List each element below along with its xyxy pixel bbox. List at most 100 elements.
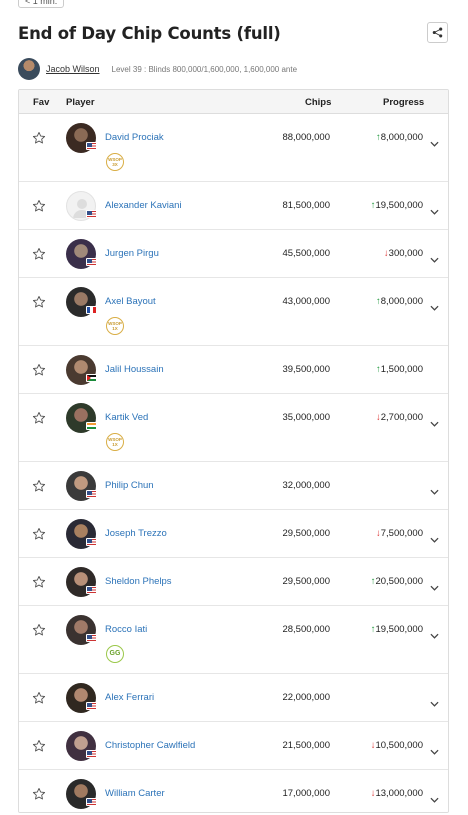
favorite-star-icon[interactable] (32, 623, 46, 637)
player-name-link[interactable]: Alex Ferrari (105, 692, 154, 703)
chip-progress: ↓2,700,000 (352, 412, 423, 423)
chip-count: 29,500,000 (282, 528, 330, 539)
level-info: Level 39 : Blinds 800,000/1,600,000, 1,6… (111, 64, 298, 74)
progress-value: 19,500,000 (375, 200, 423, 211)
chip-count: 22,000,000 (282, 692, 330, 703)
table-row: Rocco Iati GG 28,500,000 ↑19,500,000 (19, 606, 448, 674)
country-flag-icon (86, 374, 97, 382)
chip-progress: ↑20,500,000 (352, 576, 423, 587)
player-name-link[interactable]: Rocco Iati (105, 624, 147, 635)
table-row: William Carter 17,000,000 ↓13,000,000 (19, 770, 448, 812)
chip-count: 29,500,000 (282, 576, 330, 587)
country-flag-icon (86, 258, 97, 266)
progress-value: 8,000,000 (380, 132, 423, 143)
player-name-link[interactable]: Axel Bayout (105, 296, 156, 307)
wsop-bracelet-badge-icon: WSOP 1X (106, 317, 124, 335)
page-title: End of Day Chip Counts (full) (18, 24, 281, 43)
column-header-chips: Chips (305, 97, 332, 108)
favorite-star-icon[interactable] (32, 527, 46, 541)
country-flag-icon (86, 798, 97, 806)
chip-count: 21,500,000 (282, 740, 330, 751)
favorite-star-icon[interactable] (32, 247, 46, 261)
table-row: Christopher Cawlfield 21,500,000 ↓10,500,0… (19, 722, 448, 770)
chip-count: 43,000,000 (282, 296, 330, 307)
table-row: Jalil Houssain 39,500,000 ↑1,500,000 (19, 346, 448, 394)
chip-progress: ↓10,500,000 (352, 740, 423, 751)
favorite-star-icon[interactable] (32, 575, 46, 589)
player-name-link[interactable]: Alexander Kaviani (105, 200, 182, 211)
table-row: Jurgen Pirgu 45,500,000 ↓300,000 (19, 230, 448, 278)
country-flag-icon (86, 306, 97, 314)
progress-value: 7,500,000 (380, 528, 423, 539)
table-row: Kartik Ved WSOP 1X 35,000,000 ↓2,700,000 (19, 394, 448, 462)
player-name-link[interactable]: David Prociak (105, 132, 164, 143)
time-tag: < 1 min. (18, 0, 65, 8)
chevron-down-icon[interactable] (430, 298, 439, 311)
favorite-star-icon[interactable] (32, 295, 46, 309)
country-flag-icon (86, 210, 97, 218)
table-row: Alex Ferrari 22,000,000 (19, 674, 448, 722)
chevron-down-icon[interactable] (430, 790, 439, 803)
chevron-down-icon[interactable] (430, 742, 439, 755)
favorite-star-icon[interactable] (32, 199, 46, 213)
player-name-link[interactable]: William Carter (105, 788, 165, 799)
favorite-star-icon[interactable] (32, 739, 46, 753)
chip-count: 28,500,000 (282, 624, 330, 635)
wsop-bracelet-badge-icon: WSOP 3X (106, 153, 124, 171)
chip-count: 88,000,000 (282, 132, 330, 143)
table-header: Fav Player Chips Progress (19, 90, 448, 114)
author-line: Jacob Wilson Level 39 : Blinds 800,000/1… (18, 58, 297, 80)
country-flag-icon (86, 422, 97, 430)
chip-count: 81,500,000 (282, 200, 330, 211)
column-header-fav: Fav (33, 97, 50, 108)
progress-value: 300,000 (388, 248, 423, 259)
share-button[interactable] (427, 22, 448, 43)
chip-progress: ↓7,500,000 (352, 528, 423, 539)
chip-count: 32,000,000 (282, 480, 330, 491)
country-flag-icon (86, 702, 97, 710)
country-flag-icon (86, 538, 97, 546)
progress-value: 19,500,000 (375, 624, 423, 635)
player-name-link[interactable]: Kartik Ved (105, 412, 148, 423)
country-flag-icon (86, 142, 97, 150)
country-flag-icon (86, 750, 97, 758)
player-name-link[interactable]: Jurgen Pirgu (105, 248, 159, 259)
chevron-down-icon[interactable] (430, 482, 439, 495)
favorite-star-icon[interactable] (32, 363, 46, 377)
chip-count: 17,000,000 (282, 788, 330, 799)
player-name-link[interactable]: Christopher Cawlfield (105, 740, 195, 751)
chip-count: 39,500,000 (282, 364, 330, 375)
author-avatar[interactable] (18, 58, 40, 80)
chevron-down-icon[interactable] (430, 250, 439, 263)
chevron-down-icon[interactable] (430, 626, 439, 639)
table-row: Joseph Trezzo 29,500,000 ↓7,500,000 (19, 510, 448, 558)
country-flag-icon (86, 586, 97, 594)
chip-progress: ↑19,500,000 (352, 200, 423, 211)
table-row: Philip Chun 32,000,000 (19, 462, 448, 510)
player-name-link[interactable]: Jalil Houssain (105, 364, 164, 375)
chip-progress: ↑8,000,000 (352, 296, 423, 307)
player-name-link[interactable]: Philip Chun (105, 480, 154, 491)
favorite-star-icon[interactable] (32, 691, 46, 705)
progress-value: 10,500,000 (375, 740, 423, 751)
player-name-link[interactable]: Joseph Trezzo (105, 528, 167, 539)
chevron-down-icon[interactable] (430, 530, 439, 543)
progress-value: 13,000,000 (375, 788, 423, 799)
player-name-link[interactable]: Sheldon Phelps (105, 576, 172, 587)
progress-value: 20,500,000 (375, 576, 423, 587)
chevron-down-icon[interactable] (430, 202, 439, 215)
favorite-star-icon[interactable] (32, 479, 46, 493)
progress-value: 8,000,000 (380, 296, 423, 307)
column-header-player: Player (66, 97, 95, 108)
favorite-star-icon[interactable] (32, 411, 46, 425)
page-header: End of Day Chip Counts (full) (18, 22, 448, 52)
author-link[interactable]: Jacob Wilson (46, 64, 100, 74)
chip-progress: ↓300,000 (352, 248, 423, 259)
chevron-down-icon[interactable] (430, 578, 439, 591)
chevron-down-icon[interactable] (430, 414, 439, 427)
chevron-down-icon[interactable] (430, 134, 439, 147)
favorite-star-icon[interactable] (32, 131, 46, 145)
favorite-star-icon[interactable] (32, 787, 46, 801)
chevron-down-icon[interactable] (430, 694, 439, 707)
wsop-bracelet-badge-icon: WSOP 1X (106, 433, 124, 451)
